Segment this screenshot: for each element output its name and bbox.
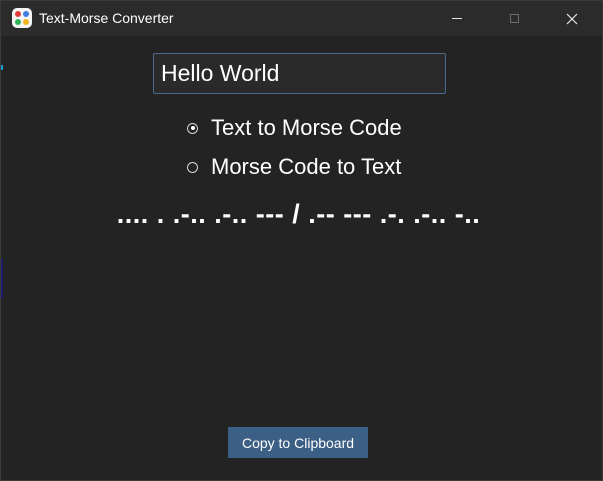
minimize-icon	[452, 18, 462, 19]
radio-label-text-to-morse: Text to Morse Code	[211, 115, 402, 140]
close-button[interactable]	[549, 1, 595, 36]
maximize-icon	[509, 14, 519, 23]
app-window: Text-Morse Converter Text to Morse Code …	[0, 0, 603, 481]
minimize-button[interactable]	[434, 1, 480, 36]
radio-text-to-morse[interactable]: Text to Morse Code	[187, 115, 402, 141]
radio-unchecked-icon[interactable]	[187, 161, 198, 173]
radio-checked-icon[interactable]	[187, 122, 198, 134]
radio-morse-to-text[interactable]: Morse Code to Text	[187, 154, 401, 180]
radio-label-morse-to-text: Morse Code to Text	[211, 154, 402, 179]
maximize-button[interactable]	[491, 1, 537, 36]
copy-to-clipboard-button[interactable]: Copy to Clipboard	[228, 427, 368, 458]
app-grid-dots-icon	[12, 8, 32, 28]
text-input[interactable]	[153, 53, 446, 94]
window-edge-artifact	[1, 65, 3, 70]
close-icon	[566, 13, 578, 24]
morse-output: .... . .-.. .-.. --- / .-- --- .-. .-.. …	[116, 199, 481, 229]
window-title: Text-Morse Converter	[39, 10, 174, 26]
title-bar[interactable]: Text-Morse Converter	[1, 1, 602, 36]
window-edge-artifact	[1, 259, 3, 299]
